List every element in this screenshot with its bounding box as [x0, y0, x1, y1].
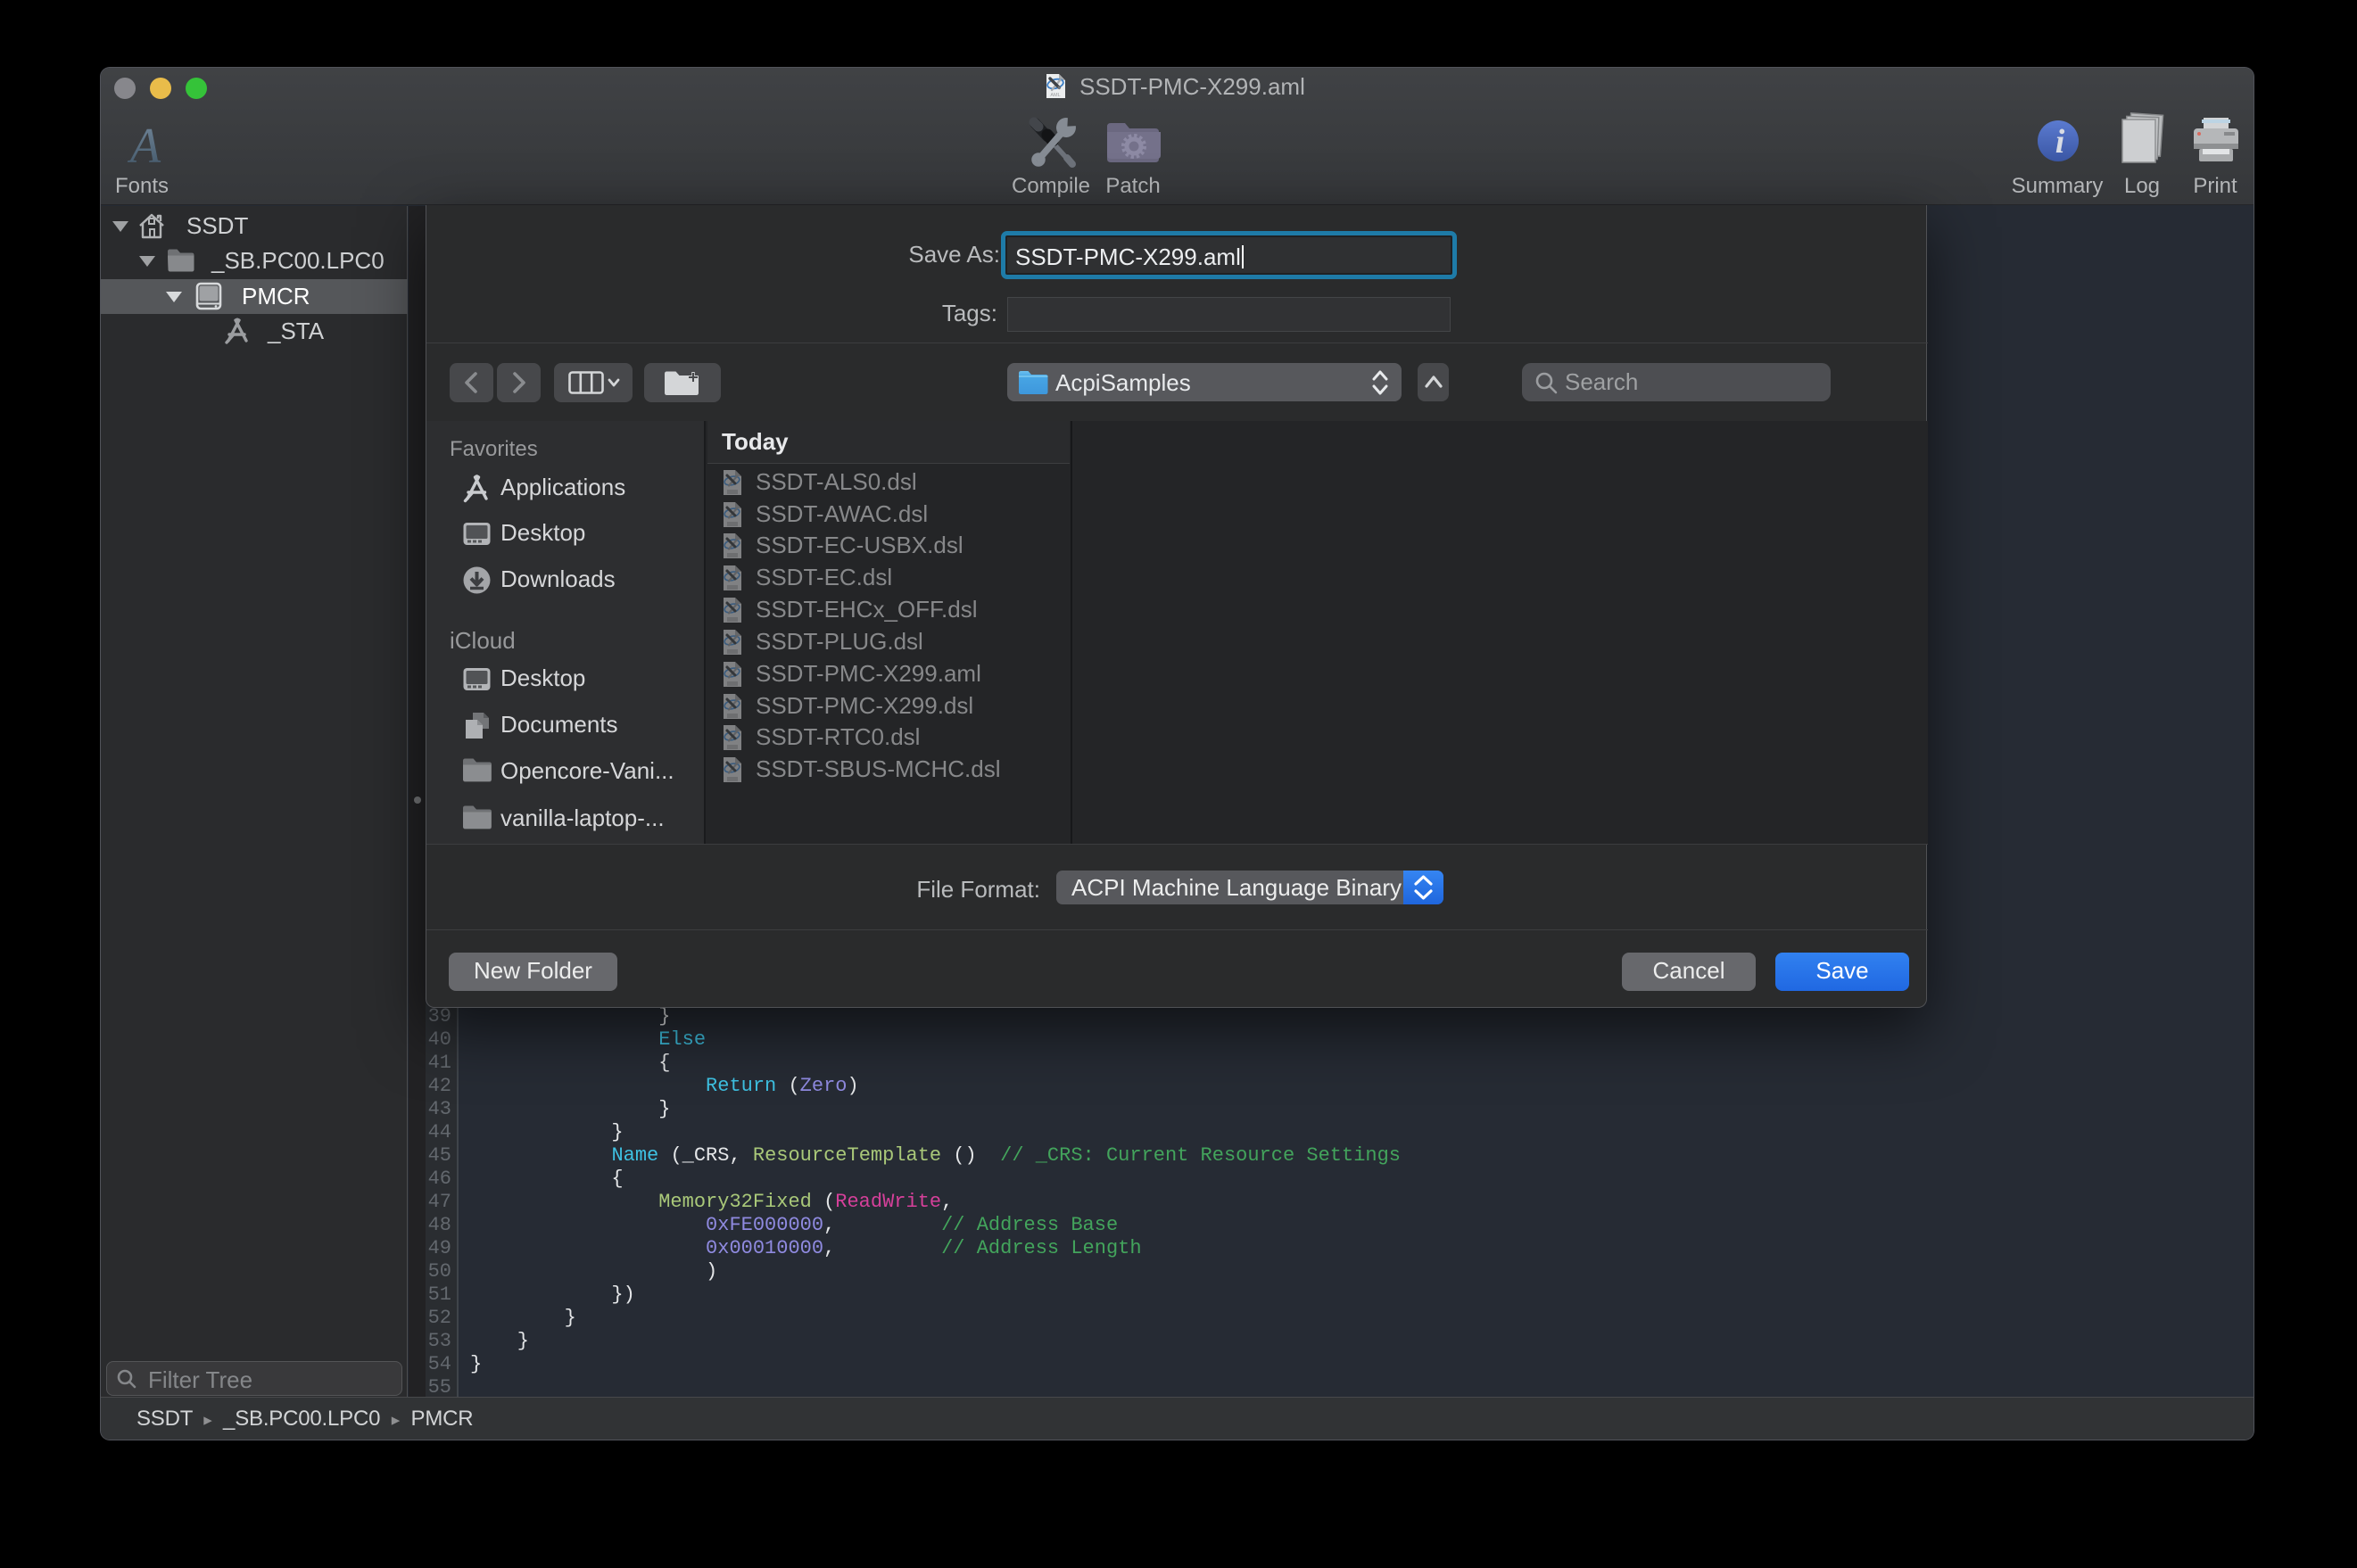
svg-text:A: A — [127, 119, 161, 174]
svg-text:i: i — [2055, 123, 2065, 161]
svg-text:AML: AML — [1050, 93, 1060, 98]
